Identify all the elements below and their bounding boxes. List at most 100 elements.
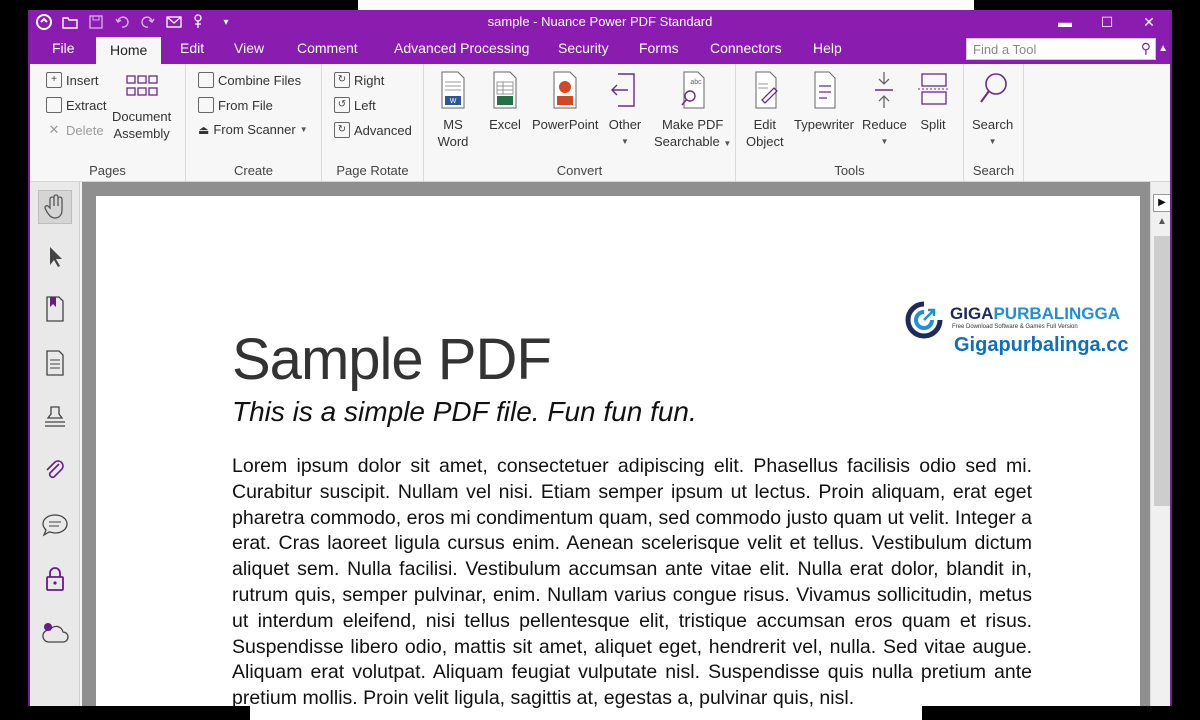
svg-text:W: W	[450, 98, 457, 105]
tab-help[interactable]: Help	[813, 40, 842, 56]
tab-edit[interactable]: Edit	[180, 40, 204, 56]
find-tool-input[interactable]: Find a Tool ⚲	[966, 38, 1156, 60]
close-icon[interactable]: ✕	[1128, 10, 1170, 34]
select-arrow-icon[interactable]	[38, 240, 72, 274]
rotate-right-icon: ↻	[334, 72, 350, 88]
collapse-ribbon-icon[interactable]: ▲	[1158, 43, 1168, 54]
rotate-left-icon: ↺	[334, 97, 350, 113]
search-button[interactable]: Search ▼	[972, 70, 1013, 150]
typewriter-icon	[814, 71, 836, 109]
edit-object-icon	[755, 71, 778, 109]
group-label-search: Search	[972, 163, 1015, 178]
rotate-advanced-button[interactable]: ↻ Advanced	[334, 122, 412, 138]
page-title: Sample PDF	[232, 327, 552, 392]
watermark-site: Gigapurbalinga.cc	[954, 334, 1129, 356]
word-doc-icon: W	[441, 71, 465, 109]
delete-x-icon: ✕	[48, 122, 60, 137]
chevron-down-icon: ▼	[880, 137, 889, 146]
window-title: sample - Nuance Power PDF Standard	[487, 14, 713, 29]
insert-page-icon: +	[46, 72, 62, 88]
delete-button[interactable]: ✕ Delete	[46, 122, 104, 138]
tab-advanced-processing[interactable]: Advanced Processing	[394, 40, 529, 56]
split-button[interactable]: Split	[916, 70, 950, 133]
watermark: GIGAPURBALINGGA Free Download Software &…	[902, 300, 1128, 356]
document-viewport: Sample PDF This is a simple PDF file. Fu…	[82, 182, 1150, 720]
chevron-down-icon: ▼	[723, 139, 732, 148]
tab-security[interactable]: Security	[558, 40, 609, 56]
convert-other-icon	[611, 73, 635, 107]
document-assembly-button[interactable]: Document Assembly	[112, 74, 171, 142]
combine-files-icon	[198, 72, 214, 88]
minimize-icon[interactable]: ▬	[1044, 10, 1086, 34]
app-window: ▾ sample - Nuance Power PDF Standard ▬ ☐…	[28, 10, 1172, 720]
group-label-convert: Convert	[556, 163, 603, 178]
window-controls: ▬ ☐ ✕	[1044, 10, 1170, 34]
tab-file[interactable]: File	[52, 40, 75, 56]
tab-comment[interactable]: Comment	[297, 40, 358, 56]
reduce-icon	[875, 72, 894, 108]
rotate-right-button[interactable]: ↻ Right	[334, 72, 384, 88]
searchable-pdf-icon: abc	[681, 71, 705, 109]
make-pdf-searchable-button[interactable]: abc Make PDF Searchable ▼	[654, 70, 731, 152]
hand-tool-icon[interactable]	[38, 190, 72, 224]
from-scanner-button[interactable]: ⏏ From Scanner ▼	[198, 122, 308, 137]
attachment-icon[interactable]	[38, 454, 72, 488]
excel-button[interactable]: Excel	[488, 70, 522, 133]
chevron-down-icon: ▼	[299, 125, 308, 134]
stamp-icon[interactable]	[38, 400, 72, 434]
group-label-create: Create	[233, 163, 274, 178]
group-label-page-rotate: Page Rotate	[336, 163, 409, 178]
group-label-pages: Pages	[89, 163, 126, 178]
powerpoint-button[interactable]: PowerPoint	[532, 70, 598, 133]
rotate-left-button[interactable]: ↺ Left	[334, 97, 376, 113]
insert-button[interactable]: + Insert	[46, 72, 99, 88]
group-convert: W MS Word Excel PowerPoint Other ▼ abc M…	[424, 64, 736, 182]
combine-files-button[interactable]: Combine Files	[198, 72, 301, 88]
svg-text:abc: abc	[690, 79, 702, 86]
extract-button[interactable]: Extract	[46, 97, 106, 113]
split-icon	[918, 73, 948, 105]
ribbon: + Insert Extract ✕ Delete Document Assembl…	[30, 64, 1170, 182]
panel-expand-icon[interactable]: ▶	[1153, 194, 1170, 212]
title-bar: ▾ sample - Nuance Power PDF Standard ▬ ☐…	[30, 10, 1170, 34]
pages-icon[interactable]	[38, 346, 72, 380]
chevron-down-icon: ▼	[621, 137, 629, 146]
tab-forms[interactable]: Forms	[639, 40, 679, 56]
pdf-page: Sample PDF This is a simple PDF file. Fu…	[96, 196, 1140, 720]
find-tool-placeholder: Find a Tool	[973, 42, 1037, 57]
watermark-brand: GIGAPURBALINGGA	[950, 304, 1121, 323]
scrollbar-thumb[interactable]	[1154, 236, 1170, 506]
scroll-up-icon[interactable]: ▲	[1151, 216, 1170, 227]
frame-bottom-right	[922, 706, 1200, 720]
group-tools: Edit Object Typewriter Reduce ▼ Split To…	[736, 64, 964, 182]
tab-view[interactable]: View	[234, 40, 264, 56]
watermark-tagline: Free Download Software & Games Full Vers…	[952, 324, 1078, 330]
left-toolbar	[30, 182, 80, 720]
menu-bar: File Home Edit View Comment Advanced Pro…	[30, 34, 1170, 64]
search-icon[interactable]: ⚲	[1141, 40, 1151, 57]
document-assembly-icon	[125, 75, 158, 96]
file-icon	[198, 97, 214, 113]
typewriter-button[interactable]: Typewriter	[794, 70, 854, 133]
page-body-text: Lorem ipsum dolor sit amet, consectetuer…	[232, 455, 1032, 710]
comment-icon[interactable]	[38, 508, 72, 542]
group-create: Combine Files From File ⏏ From Scanner ▼ C…	[186, 64, 322, 182]
chevron-down-icon: ▼	[988, 137, 997, 146]
frame-right	[1172, 0, 1200, 720]
other-button[interactable]: Other ▼	[608, 70, 642, 150]
rotate-advanced-icon: ↻	[334, 122, 350, 138]
reduce-button[interactable]: Reduce ▼	[862, 70, 907, 150]
vertical-scrollbar[interactable]: ▶ ▲	[1150, 182, 1170, 720]
excel-doc-icon	[493, 71, 517, 109]
tab-home[interactable]: Home	[96, 37, 162, 64]
cloud-icon[interactable]	[38, 616, 72, 650]
tab-connectors[interactable]: Connectors	[710, 40, 782, 56]
from-file-button[interactable]: From File	[198, 97, 273, 113]
bookmark-icon[interactable]	[38, 292, 72, 326]
scanner-icon: ⏏	[198, 122, 210, 137]
ms-word-button[interactable]: W MS Word	[436, 70, 470, 150]
edit-object-button[interactable]: Edit Object	[746, 70, 784, 150]
maximize-icon[interactable]: ☐	[1086, 10, 1128, 34]
extract-page-icon	[46, 97, 62, 113]
lock-icon[interactable]	[38, 562, 72, 596]
